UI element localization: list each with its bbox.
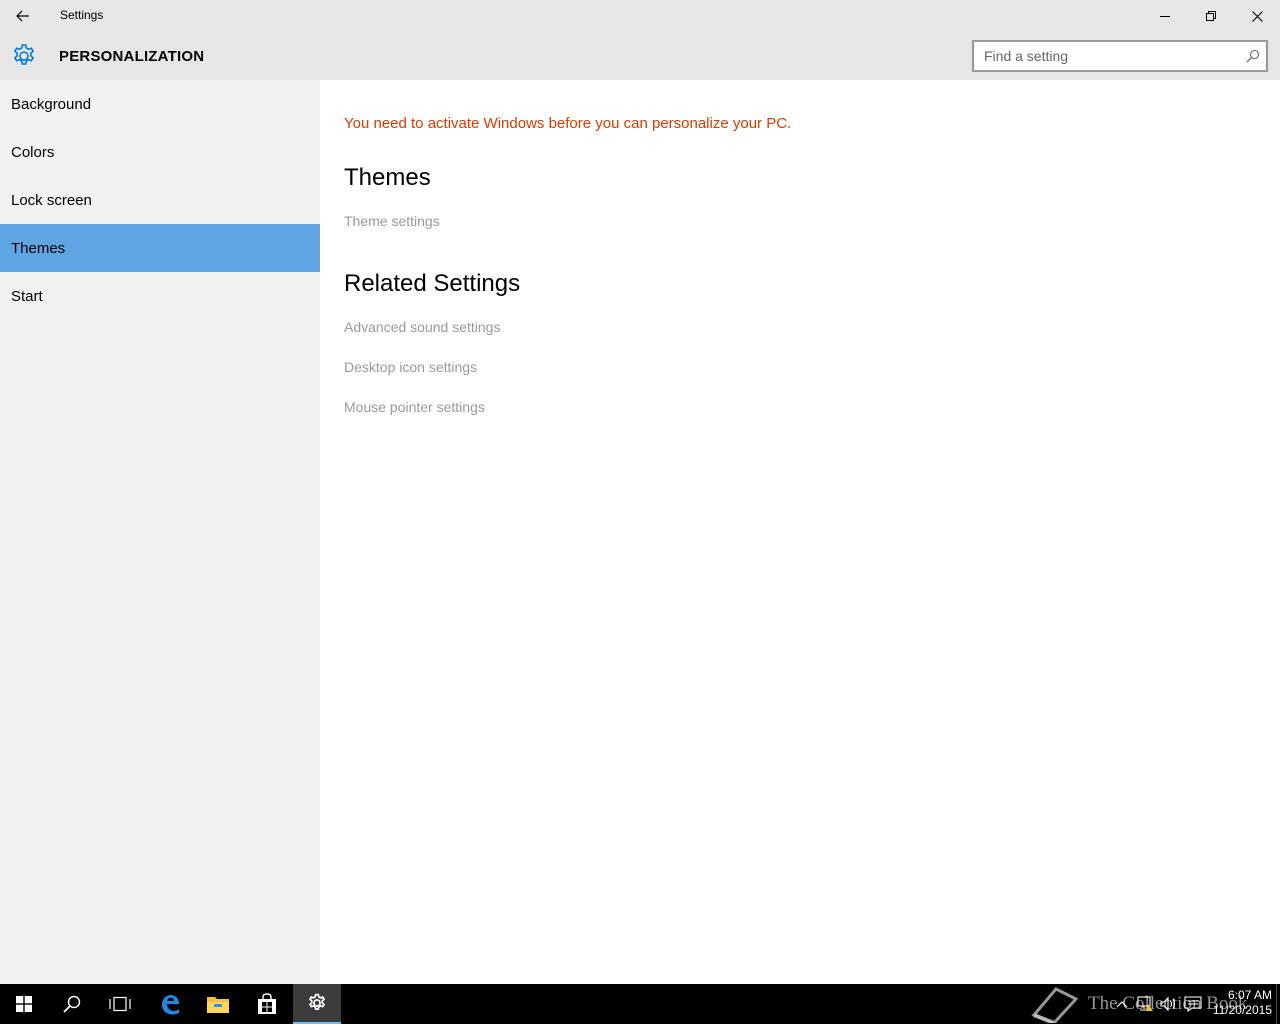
clock-date: 11/20/2015 <box>1212 1003 1272 1017</box>
search-box[interactable] <box>972 40 1268 72</box>
restore-button[interactable] <box>1188 0 1234 32</box>
file-explorer-icon <box>207 997 229 1013</box>
close-icon <box>1251 10 1263 22</box>
volume-icon[interactable] <box>1158 994 1178 1014</box>
theme-settings-link[interactable]: Theme settings <box>344 213 440 229</box>
sidebar-item-label: Lock screen <box>11 191 92 209</box>
page-title: PERSONALIZATION <box>59 48 205 65</box>
settings-taskbar-button[interactable] <box>293 984 341 1024</box>
close-button[interactable] <box>1234 0 1280 32</box>
task-view-icon <box>109 996 131 1012</box>
settings-header: PERSONALIZATION <box>0 32 1280 80</box>
back-button[interactable] <box>0 0 46 32</box>
task-view-button[interactable] <box>96 984 144 1024</box>
sidebar: Background Colors Lock screen Themes Sta… <box>0 80 320 984</box>
clock-time: 6:07 AM <box>1227 988 1272 1002</box>
sidebar-item-start[interactable]: Start <box>0 272 320 320</box>
start-button[interactable] <box>0 984 48 1024</box>
minimize-icon <box>1160 16 1170 17</box>
store-icon <box>258 993 276 1014</box>
desktop-icon-settings-link[interactable]: Desktop icon settings <box>344 359 477 375</box>
file-explorer-button[interactable] <box>194 984 242 1024</box>
window-title: Settings <box>60 8 104 22</box>
search-icon[interactable] <box>1246 49 1260 63</box>
mouse-pointer-settings-link[interactable]: Mouse pointer settings <box>344 399 485 415</box>
sidebar-item-label: Background <box>11 95 92 113</box>
settings-icon <box>308 993 326 1010</box>
sidebar-item-label: Colors <box>11 143 55 161</box>
main-content: You need to activate Windows before you … <box>320 80 1280 984</box>
activation-notice: You need to activate Windows before you … <box>344 115 792 132</box>
network-icon[interactable] <box>1135 994 1155 1014</box>
sidebar-item-lock-screen[interactable]: Lock screen <box>0 176 320 224</box>
themes-heading: Themes <box>344 164 431 191</box>
tray-chevron-icon[interactable] <box>1112 994 1132 1014</box>
sidebar-item-themes[interactable]: Themes <box>0 224 320 272</box>
title-bar: Settings <box>0 0 1280 32</box>
sidebar-item-colors[interactable]: Colors <box>0 128 320 176</box>
taskbar-search-button[interactable] <box>48 984 96 1024</box>
back-arrow-icon <box>16 10 29 22</box>
sidebar-item-background[interactable]: Background <box>0 80 320 128</box>
store-button[interactable] <box>243 984 291 1024</box>
edge-button[interactable] <box>146 984 194 1024</box>
taskbar: The Collection Book 6:07 AM 11/20/2015 <box>0 984 1280 1024</box>
advanced-sound-settings-link[interactable]: Advanced sound settings <box>344 319 500 335</box>
action-center-icon[interactable] <box>1183 994 1203 1014</box>
book-icon <box>1031 987 1079 1023</box>
minimize-button[interactable] <box>1142 0 1188 32</box>
sidebar-item-label: Start <box>11 287 43 305</box>
system-clock[interactable]: 6:07 AM 11/20/2015 <box>1206 988 1272 1018</box>
search-icon <box>63 995 81 1013</box>
gear-icon <box>13 44 35 65</box>
edge-icon <box>162 995 179 1015</box>
sidebar-item-label: Themes <box>11 239 66 257</box>
search-input[interactable] <box>974 42 1234 70</box>
restore-icon <box>1206 11 1216 21</box>
related-settings-heading: Related Settings <box>344 270 521 297</box>
show-desktop-button[interactable] <box>1276 984 1280 1024</box>
start-icon <box>16 996 32 1012</box>
